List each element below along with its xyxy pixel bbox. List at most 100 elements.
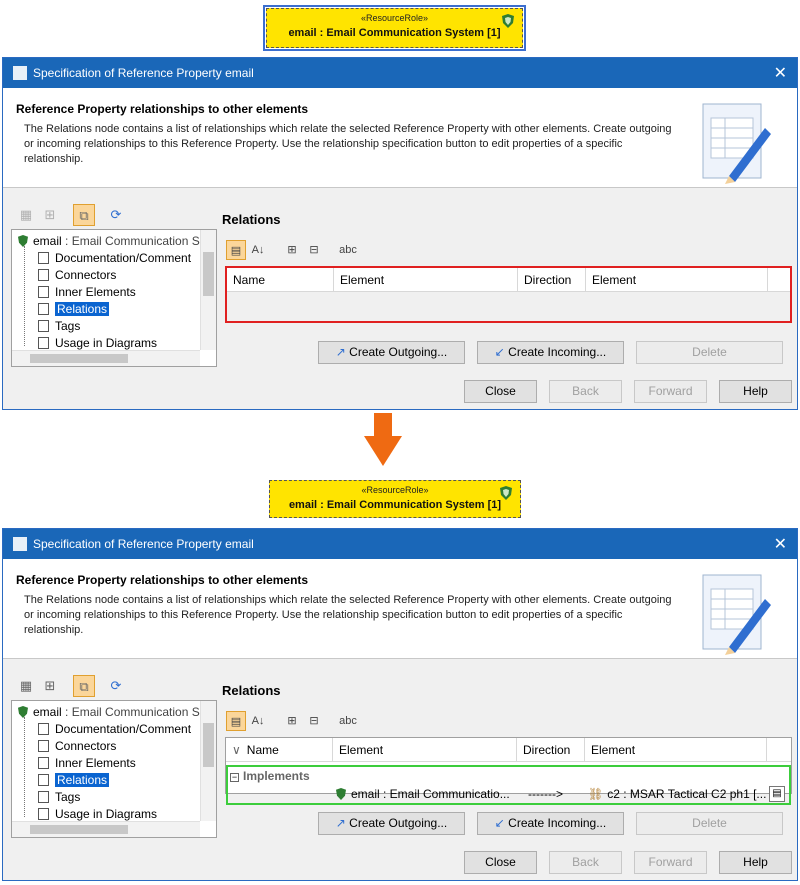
close-icon[interactable]: ✕ [774, 63, 787, 83]
tree-item-inner-elements[interactable]: Inner Elements [38, 755, 136, 772]
relations-table[interactable]: Name Element Direction Element [225, 266, 792, 323]
document-pencil-icon [702, 103, 771, 184]
table-row[interactable]: email : Email Communicatio... -------> ⛓… [226, 785, 791, 805]
group-row-implements[interactable]: − Implements [230, 768, 310, 784]
tree-view-icon[interactable]: ⊞ [39, 675, 61, 697]
page-icon [38, 337, 49, 349]
back-button[interactable]: Back [549, 380, 622, 403]
delete-button[interactable]: Delete [636, 812, 783, 835]
spec-tree[interactable]: email : Email Communication S Documentat… [11, 700, 217, 838]
dialog-icon [13, 537, 27, 551]
tree-root[interactable]: email : Email Communication S [18, 704, 200, 721]
list-view-icon[interactable]: ▦ [15, 204, 37, 226]
arrow-in-icon: ↙ [494, 345, 505, 359]
tree-item-label: Relations [55, 302, 110, 316]
group-icon[interactable]: ▤ [226, 711, 246, 731]
sort-icon[interactable]: A↓ [248, 711, 268, 731]
refresh-icon[interactable]: ⟳ [105, 204, 127, 226]
dialog-title: Specification of Reference Property emai… [33, 66, 254, 80]
back-button[interactable]: Back [549, 851, 622, 874]
table-header: Name Element Direction Element [227, 268, 790, 292]
column-direction[interactable]: Direction [517, 738, 585, 762]
resource-role-shape-bottom[interactable]: «ResourceRole» email : Email Communicati… [269, 480, 521, 518]
stereotype-label: «ResourceRole» [360, 13, 429, 23]
tree-vertical-scrollbar[interactable] [200, 230, 216, 350]
collapse-icon[interactable]: ⊟ [304, 711, 324, 731]
tree-item-tags[interactable]: Tags [38, 789, 80, 806]
specification-dialog-before: Specification of Reference Property emai… [2, 57, 798, 410]
group-icon[interactable]: ▤ [226, 240, 246, 260]
forward-button[interactable]: Forward [634, 380, 707, 403]
dialog-body: ▦ ⊞ ⧉ ⟳ email : Email Communication S Do… [3, 659, 797, 845]
relations-table[interactable]: ∨ Name Element Direction Element − Impleme… [225, 737, 792, 805]
page-icon [38, 723, 49, 735]
tree-vertical-scrollbar[interactable] [200, 701, 216, 821]
page-icon [38, 269, 49, 281]
delete-button[interactable]: Delete [636, 341, 783, 364]
transition-arrow-shaft [374, 413, 392, 437]
row-element1: email : Email Communicatio... [351, 787, 510, 801]
tree-item-tags[interactable]: Tags [38, 318, 80, 335]
column-element[interactable]: Element [334, 268, 518, 292]
tree-item-documentation[interactable]: Documentation/Comment [38, 250, 191, 267]
create-incoming-label: Create Incoming... [508, 345, 607, 359]
list-view-icon[interactable]: ▦ [15, 675, 37, 697]
forward-button[interactable]: Forward [634, 851, 707, 874]
tree-item-connectors[interactable]: Connectors [38, 738, 116, 755]
close-icon[interactable]: ✕ [774, 534, 787, 554]
dialog-titlebar: Specification of Reference Property emai… [3, 58, 797, 88]
transition-arrow-icon [364, 436, 402, 466]
header-title: Reference Property relationships to othe… [16, 573, 309, 587]
arrow-in-icon: ↙ [494, 816, 505, 830]
tree-view-icon[interactable]: ⊞ [39, 204, 61, 226]
tree-item-label: Inner Elements [55, 285, 136, 299]
tree-item-relations[interactable]: Relations [38, 301, 110, 318]
relations-title: Relations [222, 683, 281, 698]
refresh-icon[interactable]: ⟳ [105, 675, 127, 697]
page-icon [38, 320, 49, 332]
close-button[interactable]: Close [464, 380, 537, 403]
tree-item-relations[interactable]: Relations [38, 772, 110, 789]
tree-item-inner-elements[interactable]: Inner Elements [38, 284, 136, 301]
copy-icon[interactable]: ⧉ [73, 675, 95, 697]
column-element-2[interactable]: Element [585, 738, 767, 762]
page-icon [38, 808, 49, 820]
shield-icon [500, 486, 512, 500]
create-incoming-button[interactable]: ↙ Create Incoming... [477, 812, 624, 835]
expand-icon[interactable]: ⊞ [282, 240, 302, 260]
tree-item-connectors[interactable]: Connectors [38, 267, 116, 284]
column-element[interactable]: Element [333, 738, 517, 762]
specification-dialog-after: Specification of Reference Property emai… [2, 528, 798, 881]
column-name[interactable]: Name [227, 268, 334, 292]
dialog-icon [13, 66, 27, 80]
create-outgoing-button[interactable]: ↗ Create Outgoing... [318, 812, 465, 835]
tree-item-label: Documentation/Comment [55, 251, 192, 265]
tree-root-type: : Email Communication S [61, 705, 200, 719]
create-incoming-button[interactable]: ↙ Create Incoming... [477, 341, 624, 364]
arrow-out-icon: ↗ [335, 345, 346, 359]
page-icon [38, 774, 49, 786]
tree-root[interactable]: email : Email Communication S [18, 233, 200, 250]
copy-icon[interactable]: ⧉ [73, 204, 95, 226]
column-direction[interactable]: Direction [518, 268, 586, 292]
collapse-icon[interactable]: ⊟ [304, 240, 324, 260]
column-name[interactable]: ∨ Name [226, 738, 333, 762]
tree-horizontal-scrollbar[interactable] [12, 821, 200, 837]
expand-icon[interactable]: ⊞ [282, 711, 302, 731]
create-outgoing-button[interactable]: ↗ Create Outgoing... [318, 341, 465, 364]
component-icon: ⛓ [588, 787, 604, 801]
tree-item-documentation[interactable]: Documentation/Comment [38, 721, 191, 738]
resource-role-shape-top[interactable]: «ResourceRole» email : Email Communicati… [263, 5, 526, 51]
help-button[interactable]: Help [719, 851, 792, 874]
sort-icon[interactable]: A↓ [248, 240, 268, 260]
close-button[interactable]: Close [464, 851, 537, 874]
spec-tree[interactable]: email : Email Communication S Documentat… [11, 229, 217, 367]
row-specification-icon[interactable]: ▤ [769, 786, 785, 802]
tree-horizontal-scrollbar[interactable] [12, 350, 200, 366]
spelling-icon[interactable]: abc [338, 240, 358, 260]
help-button[interactable]: Help [719, 380, 792, 403]
create-incoming-label: Create Incoming... [508, 816, 607, 830]
page-icon [38, 286, 49, 298]
spelling-icon[interactable]: abc [338, 711, 358, 731]
column-element-2[interactable]: Element [586, 268, 768, 292]
